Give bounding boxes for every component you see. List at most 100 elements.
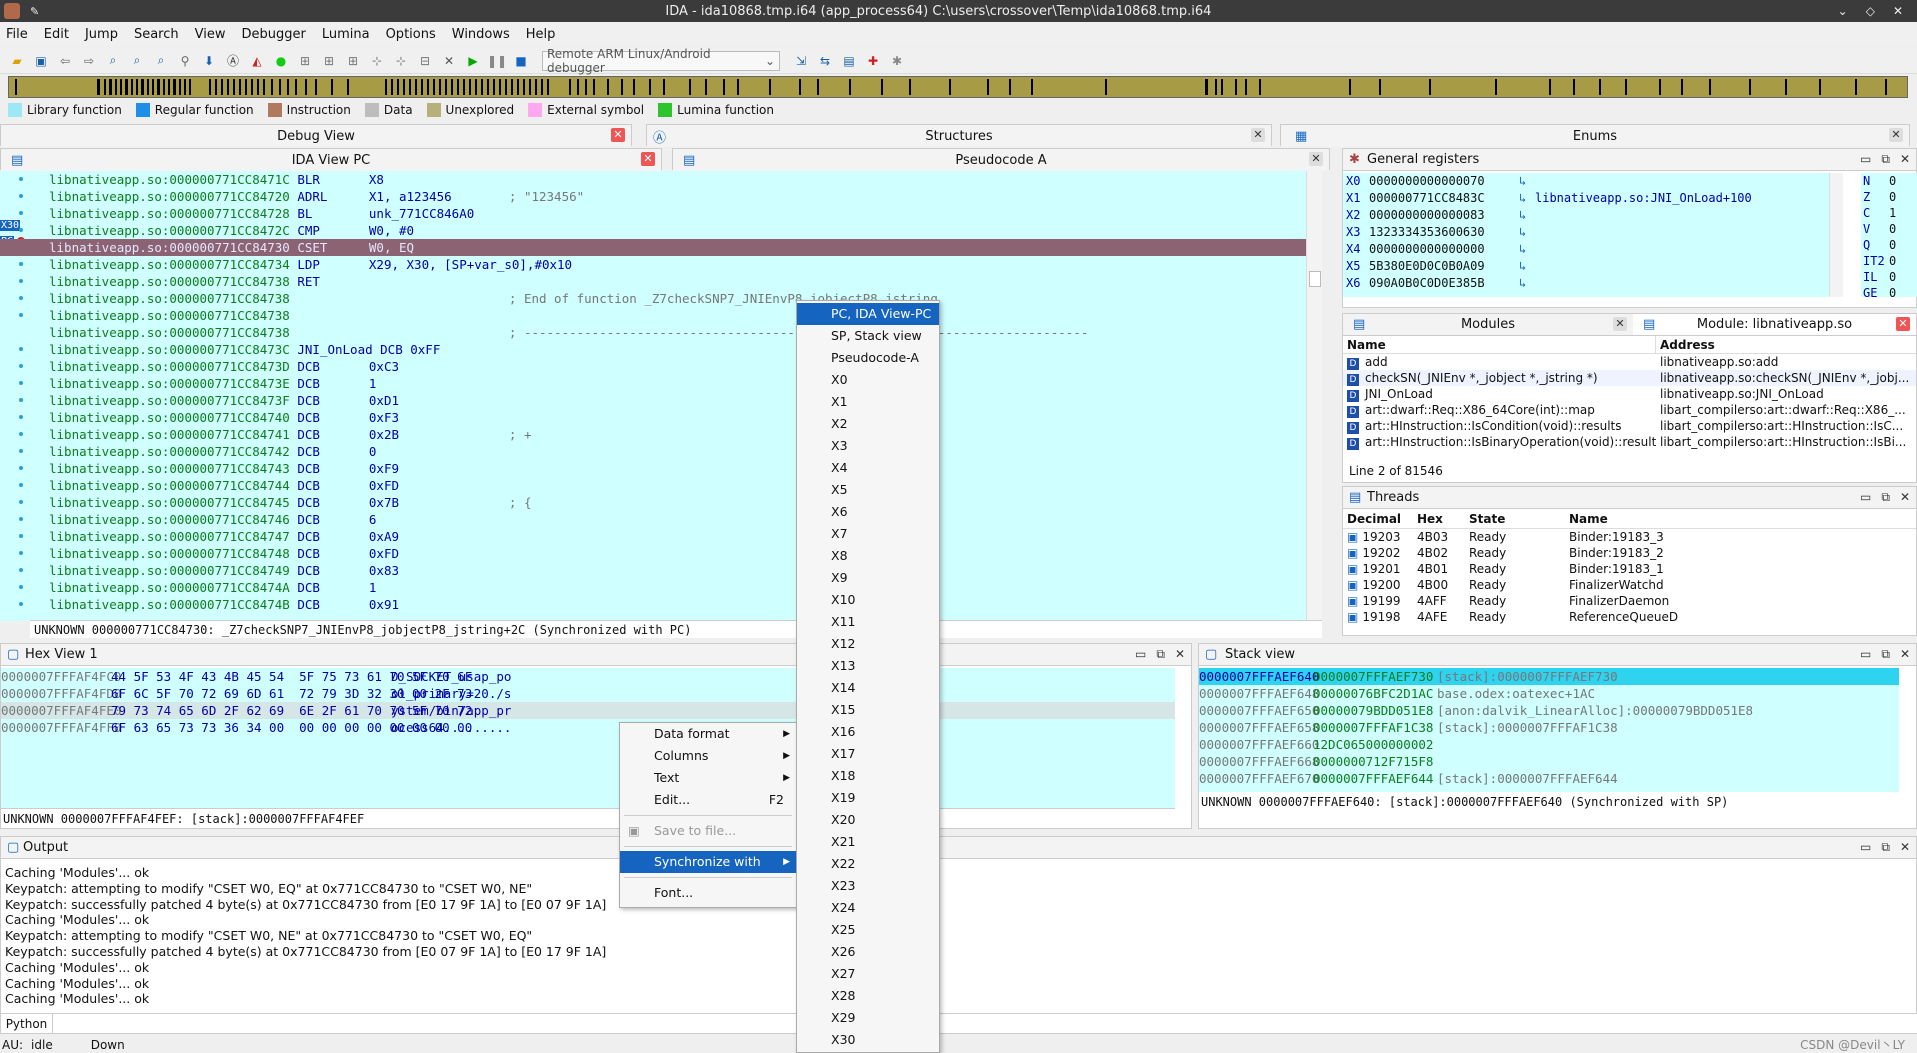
disassembly-view[interactable]: X30 PC libnativeapp.so:000000771CC8471C … [0, 171, 1322, 621]
patch-icon[interactable]: ⊹ [392, 52, 410, 70]
disasm-line[interactable]: libnativeapp.so:000000771CC8474A DCB 1 [0, 579, 1322, 596]
back-icon[interactable]: ⇦ [56, 52, 74, 70]
registers-scrollbar[interactable] [1829, 173, 1843, 297]
register-row[interactable]: X4 0000000000000000 ↳ [1343, 241, 1843, 258]
module-row[interactable]: Dadd libnativeapp.so:add [1343, 354, 1916, 370]
ctx-item-edit[interactable]: Edit... F2 [620, 789, 796, 811]
graph-icon[interactable]: ◭ [248, 52, 266, 70]
disasm-line[interactable]: libnativeapp.so:000000771CC84749 DCB 0x8… [0, 562, 1322, 579]
disasm-line[interactable]: libnativeapp.so:000000771CC8472C CMP W0,… [0, 222, 1322, 239]
close-ida-view-icon[interactable]: ✕ [641, 152, 655, 166]
float-icon[interactable]: ⧉ [1881, 152, 1890, 167]
stack-row[interactable]: 0000007FFFAEF6580000007FFFAF1C38 [stack]:… [1199, 719, 1899, 736]
ctx-item-text[interactable]: Text ▶ [620, 767, 796, 789]
sync-item[interactable]: X29 [797, 1007, 939, 1029]
sync-item[interactable]: X8 [797, 545, 939, 567]
ctx-item-save-to-file[interactable]: Save to file... ▣ [620, 820, 796, 842]
sync-item[interactable]: Pseudocode-A [797, 347, 939, 369]
stack-row[interactable]: 0000007FFFAEF66012DC065000000002 [1199, 736, 1899, 753]
jump-arrow-icon[interactable]: ↳ [1519, 241, 1535, 258]
python-button[interactable]: Python [1, 1014, 53, 1033]
step-into-icon[interactable]: ⇲ [792, 52, 810, 70]
module-row[interactable]: Dart::HInstruction::IsBinaryOperation(vo… [1343, 434, 1916, 450]
sync-item[interactable]: X23 [797, 875, 939, 897]
hex-rows[interactable]: 0000007FFFAF4FC044 5F 53 4F 43 4B 45 54 … [1, 668, 1175, 808]
disasm-line[interactable]: libnativeapp.so:000000771CC84734 LDP X29… [0, 256, 1322, 273]
col-hex[interactable]: Hex [1413, 509, 1465, 528]
function-icon[interactable]: ⊞ [344, 52, 362, 70]
maximize-icon[interactable]: ◇ [1866, 4, 1875, 18]
sync-item[interactable]: X5 [797, 479, 939, 501]
close-enums-icon[interactable]: ✕ [1889, 128, 1903, 142]
maximize-icon[interactable]: ▭ [1135, 647, 1146, 662]
stop-icon[interactable]: ✕ [440, 52, 458, 70]
hex-row[interactable]: 0000007FFFAF4FE079 73 74 65 6D 2F 62 69 … [1, 702, 1175, 719]
maximize-icon[interactable]: ▭ [1860, 152, 1871, 167]
debugger-select[interactable]: Remote ARM Linux/Android debugger ⌄ [542, 47, 780, 75]
close-icon[interactable]: ✕ [1900, 840, 1910, 855]
hex-row[interactable]: 0000007FFFAF4FC044 5F 53 4F 43 4B 45 54 … [1, 668, 1175, 685]
register-row[interactable]: X0 0000000000000070 ↳ [1343, 173, 1843, 190]
close-icon[interactable]: ✕ [1900, 490, 1910, 505]
disasm-line[interactable]: libnativeapp.so:000000771CC84742 DCB 0 [0, 443, 1322, 460]
sync-item[interactable]: X11 [797, 611, 939, 633]
sync-item[interactable]: X27 [797, 963, 939, 985]
flag-row[interactable]: Z0 [1861, 189, 1917, 205]
sync-item[interactable]: X18 [797, 765, 939, 787]
close-debug-view-icon[interactable]: ✕ [611, 128, 625, 142]
col-decimal[interactable]: Decimal [1343, 509, 1413, 528]
open-icon[interactable]: ▰ [8, 52, 26, 70]
flag-row[interactable]: Q0 [1861, 237, 1917, 253]
tab-structures[interactable]: Ⓐ Structures ✕ [647, 125, 1271, 147]
disasm-line[interactable]: libnativeapp.so:000000771CC84738 ; End o… [0, 290, 1322, 307]
disasm-line[interactable]: libnativeapp.so:000000771CC84747 DCB 0xA… [0, 528, 1322, 545]
flag-row[interactable]: GE 0 [1861, 285, 1917, 297]
thread-row[interactable]: ▣ 19203 4B03 Ready Binder:19183_3 [1343, 529, 1916, 545]
disasm-line[interactable]: libnativeapp.so:000000771CC8473D DCB 0xC… [0, 358, 1322, 375]
forward-icon[interactable]: ⇨ [80, 52, 98, 70]
segment-icon[interactable]: ⊞ [296, 52, 314, 70]
sync-item[interactable]: X30 [797, 1029, 939, 1051]
jump-arrow-icon[interactable]: ↳ [1519, 258, 1535, 275]
register-row[interactable]: X3 1323334353600630 ↳ [1343, 224, 1843, 241]
sync-item[interactable]: X21 [797, 831, 939, 853]
flag-row[interactable]: N0 [1861, 173, 1917, 189]
disasm-line[interactable]: libnativeapp.so:000000771CC84738 ; -----… [0, 324, 1322, 341]
struct-icon[interactable]: ⊞ [320, 52, 338, 70]
col-state[interactable]: State [1465, 509, 1565, 528]
sync-item[interactable]: X15 [797, 699, 939, 721]
stack-row[interactable]: 0000007FFFAEF64800000076BFC2D1AC base.ode… [1199, 685, 1899, 702]
disasm-line[interactable]: libnativeapp.so:000000771CC8473F DCB 0xD… [0, 392, 1322, 409]
registers-window-buttons[interactable]: ▭ ⧉ ✕ [1860, 152, 1910, 167]
thread-row[interactable]: ▣ 19199 4AFF Ready FinalizerDaemon [1343, 593, 1916, 609]
sync-item[interactable]: X7 [797, 523, 939, 545]
col-thread-name[interactable]: Name [1565, 509, 1916, 528]
menu-search[interactable]: Search [134, 27, 179, 42]
maximize-icon[interactable]: ▭ [1860, 647, 1871, 662]
menu-view[interactable]: View [195, 27, 226, 42]
float-icon[interactable]: ⧉ [1881, 840, 1890, 855]
sync-item[interactable]: X0 [797, 369, 939, 391]
close-icon[interactable]: ✕ [1900, 647, 1910, 662]
module-row[interactable]: Dart::dwarf::Req::X86_64Core(int)::map li… [1343, 402, 1916, 418]
ctx-item-columns[interactable]: Columns ▶ [620, 745, 796, 767]
disasm-line[interactable]: libnativeapp.so:000000771CC84730 CSET W0… [0, 239, 1322, 256]
disasm-line[interactable]: libnativeapp.so:000000771CC84745 DCB 0x7… [0, 494, 1322, 511]
stack-row[interactable]: 0000007FFFAEF6700000007FFFAEF644 [stack]:… [1199, 770, 1899, 787]
stack-row[interactable]: 0000007FFFAEF65000000079BDD051E8 [anon:da… [1199, 702, 1899, 719]
disasm-line[interactable]: libnativeapp.so:000000771CC84738 [0, 307, 1322, 324]
jump-arrow-icon[interactable]: ↳ [1519, 173, 1535, 190]
search-binoculars-icon[interactable]: ⚲ [176, 52, 194, 70]
tab-modules[interactable]: ▤ Modules ✕ [1343, 314, 1633, 335]
disasm-line[interactable]: libnativeapp.so:000000771CC84743 DCB 0xF… [0, 460, 1322, 477]
disasm-line[interactable]: libnativeapp.so:000000771CC8473C JNI_OnL… [0, 341, 1322, 358]
sync-item[interactable]: X26 [797, 941, 939, 963]
close-module-icon[interactable]: ✕ [1896, 317, 1910, 331]
close-structures-icon[interactable]: ✕ [1251, 128, 1265, 142]
stack-rows[interactable]: 0000007FFFAEF6400000007FFFAEF730 [stack]:… [1199, 668, 1899, 792]
window-controls[interactable]: ⌄ ◇ ✕ [1838, 4, 1903, 18]
flag-row[interactable]: IT2 0 [1861, 253, 1917, 269]
sync-item[interactable]: X9 [797, 567, 939, 589]
close-pseudocode-icon[interactable]: ✕ [1309, 152, 1323, 166]
pin-icon[interactable]: ✎ [30, 5, 39, 18]
